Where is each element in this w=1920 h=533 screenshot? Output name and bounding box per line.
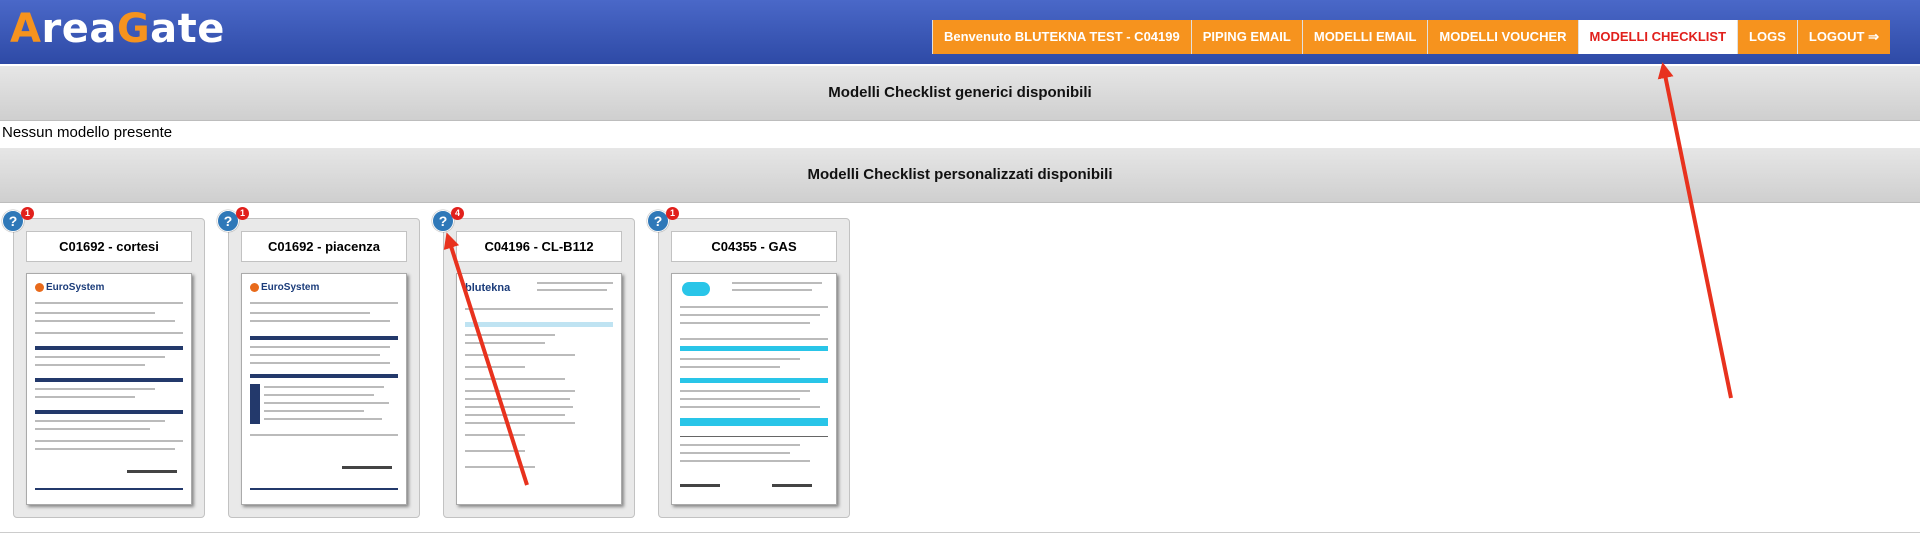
nav-modelli-checklist[interactable]: MODELLI CHECKLIST bbox=[1577, 20, 1738, 54]
checklist-card[interactable]: ? 1 C01692 - piacenza EuroSystem bbox=[217, 207, 420, 518]
checklist-preview[interactable]: EuroSystem bbox=[241, 273, 407, 505]
checklist-preview[interactable]: EuroSystem bbox=[26, 273, 192, 505]
top-nav: Benvenuto BLUTEKNA TEST - C04199 PIPING … bbox=[932, 20, 1890, 54]
blutekna-logo: blutekna bbox=[465, 282, 511, 294]
count-badge: 4 bbox=[451, 207, 464, 220]
areagate-logo[interactable]: AreaGate bbox=[10, 6, 225, 52]
nav-logs[interactable]: LOGS bbox=[1737, 20, 1797, 54]
nav-modelli-email[interactable]: MODELLI EMAIL bbox=[1301, 20, 1428, 54]
checklist-preview[interactable]: blutekna bbox=[456, 273, 622, 505]
nav-logout[interactable]: LOGOUT ⇒ bbox=[1796, 20, 1890, 54]
checklist-card[interactable]: ? 4 C04196 - CL-B112 blutekna bbox=[432, 207, 635, 518]
count-badge: 1 bbox=[236, 207, 249, 220]
count-badge: 1 bbox=[666, 207, 679, 220]
eurosystem-logo: EuroSystem bbox=[250, 282, 319, 293]
nav-modelli-voucher[interactable]: MODELLI VOUCHER bbox=[1427, 20, 1578, 54]
custom-section-title: Modelli Checklist personalizzati disponi… bbox=[0, 148, 1920, 203]
app-header: AreaGate Benvenuto BLUTEKNA TEST - C0419… bbox=[0, 0, 1920, 64]
card-title[interactable]: C01692 - cortesi bbox=[26, 231, 192, 262]
card-title[interactable]: C01692 - piacenza bbox=[241, 231, 407, 262]
eurosystem-logo: EuroSystem bbox=[35, 282, 104, 293]
count-badge: 1 bbox=[21, 207, 34, 220]
card-title[interactable]: C04196 - CL-B112 bbox=[456, 231, 622, 262]
nav-piping-email[interactable]: PIPING EMAIL bbox=[1190, 20, 1302, 54]
checklist-card[interactable]: ? 1 C04355 - GAS bbox=[647, 207, 850, 518]
checklist-card[interactable]: ? 1 C01692 - cortesi EuroSystem bbox=[2, 207, 205, 518]
card-title[interactable]: C04355 - GAS bbox=[671, 231, 837, 262]
checklist-preview[interactable] bbox=[671, 273, 837, 505]
nav-welcome[interactable]: Benvenuto BLUTEKNA TEST - C04199 bbox=[932, 20, 1191, 54]
generic-section-title: Modelli Checklist generici disponibili bbox=[0, 66, 1920, 121]
empty-message: Nessun modello presente bbox=[2, 124, 173, 141]
